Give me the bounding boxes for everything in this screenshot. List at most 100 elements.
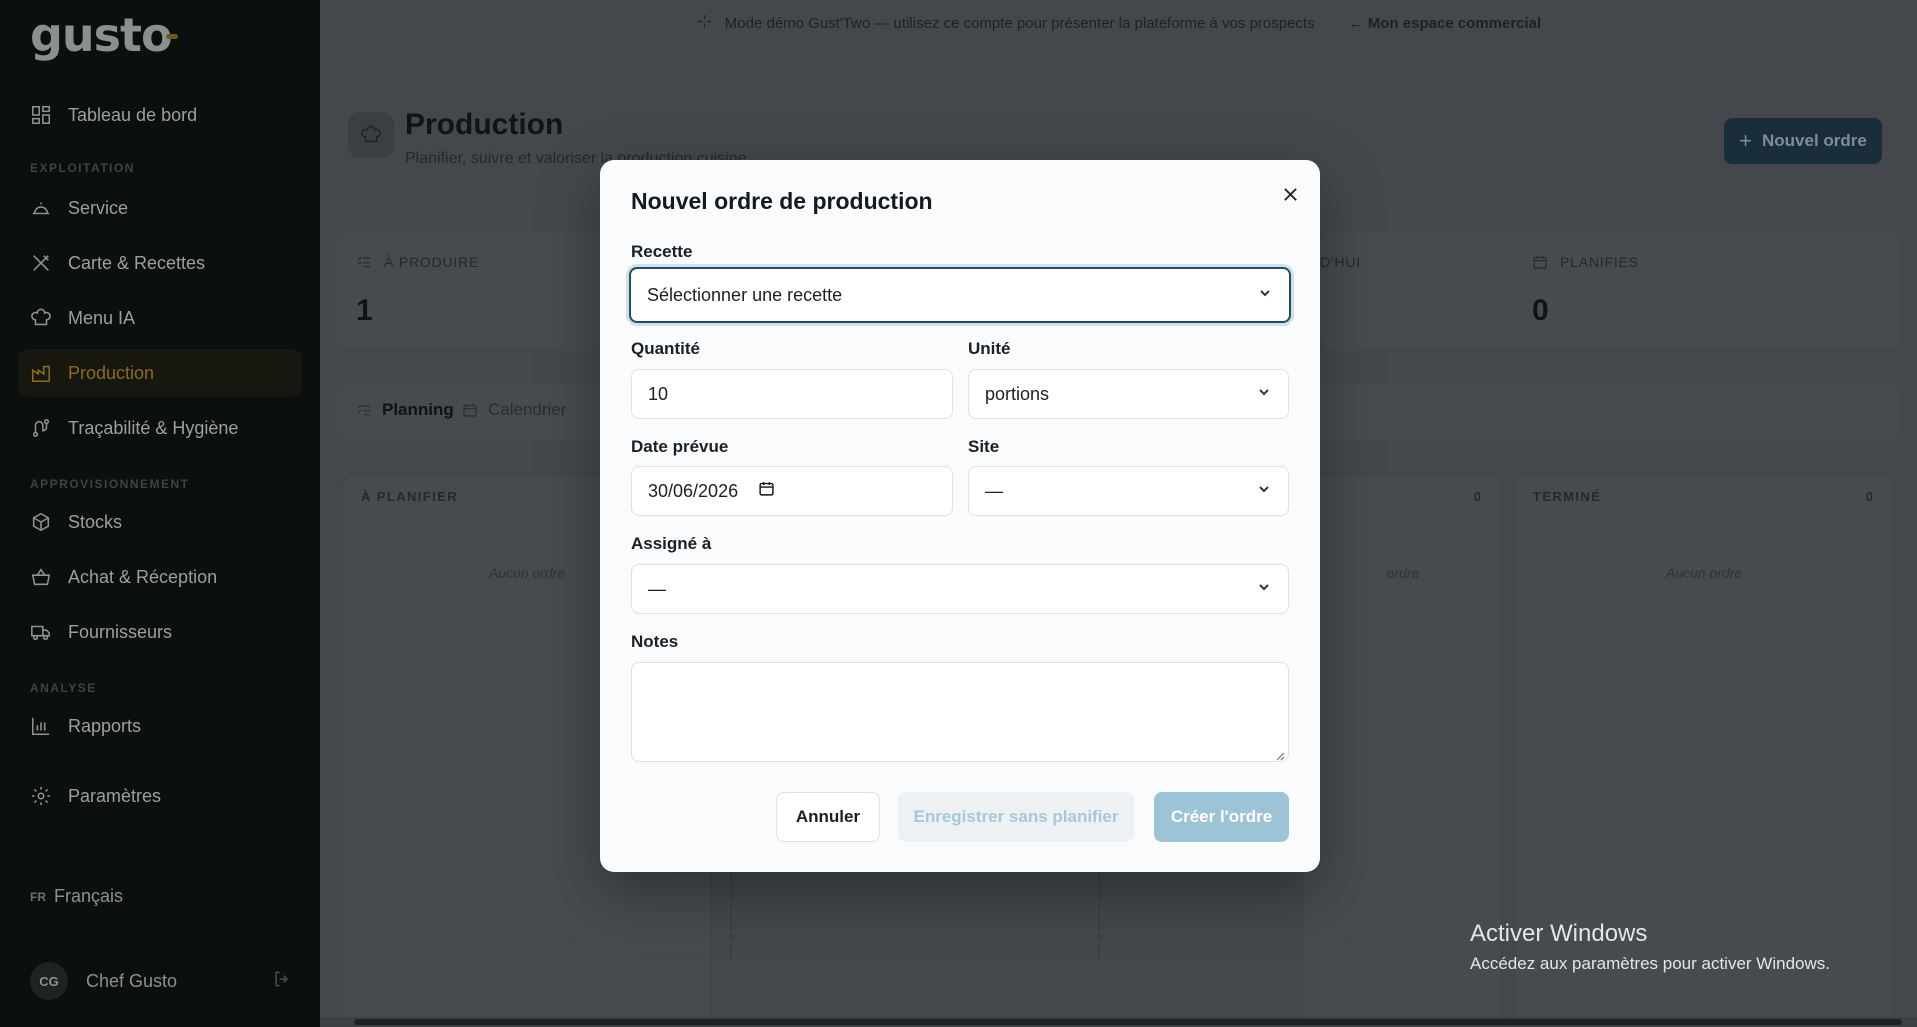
sidebar-item-production[interactable]: Production [18,349,302,397]
calendar-icon[interactable] [758,480,775,502]
stat-label: PLANIFIÉS [1532,254,1639,270]
chevron-down-icon [1257,285,1273,306]
chef-hat-icon [348,112,394,158]
chevron-down-icon [1256,384,1272,405]
sidebar-item-reports[interactable]: Rapports [18,702,302,750]
sidebar-item-menu-ai[interactable]: Menu IA [18,294,302,342]
stat-label-text: À PRODUIRE [384,254,480,270]
assigned-to-select[interactable]: — [631,564,1289,614]
stat-label-text: D'HUI [1320,254,1361,270]
sidebar-item-settings[interactable]: Paramètres [18,772,302,820]
sidebar-item-label: Achat & Réception [68,566,218,587]
sidebar-item-label: Paramètres [68,785,162,806]
watermark-subtitle: Accédez aux paramètres pour activer Wind… [1470,954,1830,973]
site-select[interactable]: — [968,466,1289,516]
close-button[interactable] [1276,180,1304,208]
sidebar: gusto Tableau de bord EXPLOITATION Servi… [0,0,320,1027]
quantity-input[interactable]: 10 [631,369,953,419]
language-switcher[interactable]: FR Français [30,886,123,907]
column-empty-text: Aucun ordre [1665,565,1743,581]
column-title: À PLANIFIER [361,489,459,504]
tab-planning[interactable]: Planning [356,400,454,420]
route-icon [30,417,52,439]
package-icon [30,511,52,533]
gear-icon [30,785,52,807]
new-order-label: Nouvel ordre [1762,131,1867,150]
stat-value: 0 [1532,294,1549,327]
column-empty-text: ordre [1386,565,1420,581]
sidebar-item-menu-recipes[interactable]: Carte & Recettes [18,239,302,287]
factory-icon [30,362,52,384]
save-without-planning-button[interactable]: Enregistrer sans planifier [898,792,1134,842]
truck-icon [30,621,52,643]
gusto-logo[interactable]: gusto [30,8,173,62]
logout-icon[interactable] [272,969,292,994]
site-select-value: — [985,480,1003,501]
watermark-title: Activer Windows [1470,920,1648,947]
notes-label: Notes [631,632,679,651]
basket-icon [30,566,52,588]
sidebar-item-traceability[interactable]: Traçabilité & Hygiène [18,404,302,452]
column-count: 0 [1865,489,1873,504]
close-icon [1283,187,1297,201]
user-profile[interactable]: CG Chef Gusto [30,962,292,1000]
dialog-title: Nouvel ordre de production [631,188,933,214]
user-name: Chef Gusto [86,970,178,991]
horizontal-scrollbar[interactable] [320,1017,1917,1027]
stat-label: D'HUI [1320,254,1361,270]
chef-hat-icon [30,307,52,329]
sidebar-item-stocks[interactable]: Stocks [18,498,302,546]
stat-label: À PRODUIRE [356,254,479,270]
stat-value: 1 [356,294,373,327]
cloche-icon [30,197,52,219]
assigned-to-label: Assigné à [631,534,712,553]
resize-handle-icon[interactable] [1275,748,1285,761]
demo-banner-text: Mode démo Gust'Two — utilisez ce compte … [724,14,1315,32]
calendar-icon [1533,256,1547,269]
new-order-button[interactable]: + Nouvel ordre [1724,118,1882,164]
assigned-to-value: — [648,578,666,599]
unit-select[interactable]: portions [968,369,1289,419]
sidebar-item-label: Carte & Recettes [68,252,206,273]
stat-card-planned: PLANIFIÉS 0 [1512,232,1902,350]
cancel-button[interactable]: Annuler [776,792,880,842]
sidebar-item-label: Traçabilité & Hygiène [68,417,239,438]
recipe-select[interactable]: Sélectionner une recette [629,267,1291,323]
sidebar-item-purchase[interactable]: Achat & Réception [18,553,302,601]
column-count: 0 [1473,489,1481,504]
sidebar-item-label: Stocks [68,511,123,532]
utensils-icon [30,252,52,274]
sidebar-item-suppliers[interactable]: Fournisseurs [18,608,302,656]
planned-date-input[interactable]: 30/06/2026 [631,466,953,516]
create-order-button[interactable]: Créer l'ordre [1154,792,1289,842]
sparkle-icon [696,13,713,34]
bar-chart-icon [30,715,52,737]
section-label-supply: APPROVISIONNEMENT [30,477,190,491]
sidebar-item-dashboard[interactable]: Tableau de bord [18,91,302,139]
tab-calendar[interactable]: Calendrier [462,400,566,420]
recipe-label: Recette [631,242,693,261]
chevron-down-icon [1256,481,1272,502]
tab-label: Planning [382,400,454,419]
sidebar-item-label: Fournisseurs [68,621,173,642]
sidebar-item-label: Service [68,197,129,218]
sidebar-item-label: Tableau de bord [68,104,198,125]
stat-label-text: PLANIFIÉS [1560,254,1639,270]
tab-label: Calendrier [488,400,567,419]
sidebar-item-label: Rapports [68,715,142,736]
scrollbar-thumb[interactable] [354,1019,1902,1025]
recipe-select-value: Sélectionner une recette [647,284,843,305]
logo-accent [166,34,178,39]
notes-textarea[interactable] [631,662,1289,762]
avatar: CG [30,962,68,1000]
unit-select-value: portions [985,383,1050,404]
section-label-analysis: ANALYSE [30,681,97,695]
planned-date-value: 30/06/2026 [648,480,739,501]
unit-label: Unité [968,339,1011,358]
planned-date-label: Date prévue [631,437,729,456]
section-label-operations: EXPLOITATION [30,161,135,175]
commercial-space-link[interactable]: ← Mon espace commercial [1349,15,1542,32]
page-title: Production [405,108,564,141]
sidebar-item-service[interactable]: Service [18,184,302,232]
dashboard-icon [30,104,52,126]
